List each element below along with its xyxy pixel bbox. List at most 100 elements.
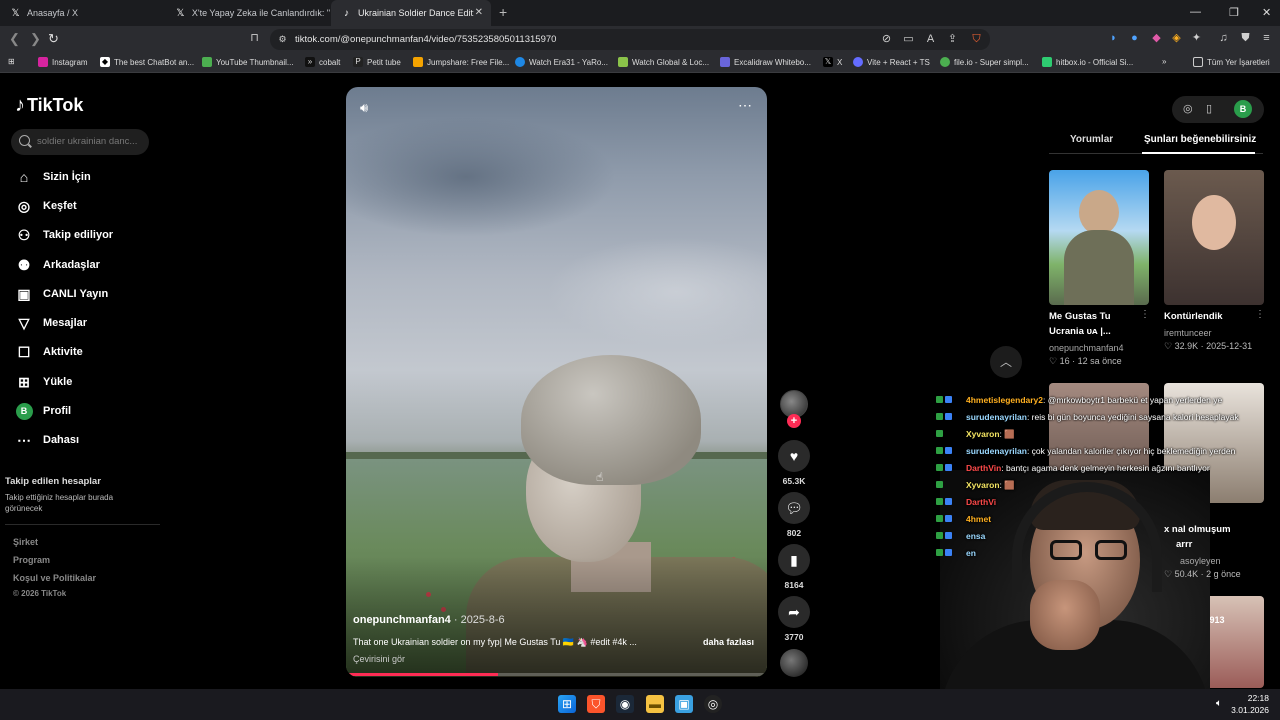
share-icon[interactable]: ⇪ — [946, 33, 959, 46]
video-card-thumbnail[interactable] — [1164, 170, 1264, 305]
footer-terms-link[interactable]: Koşul ve Politikalar — [13, 573, 96, 583]
browser-tab[interactable]: 𝕏 X'te Yapay Zeka ile Canlandırdık: "Ce — [165, 0, 330, 26]
video-card-title[interactable]: arrr — [1176, 538, 1192, 552]
music-disc-icon[interactable] — [780, 649, 808, 677]
file-explorer-icon[interactable]: ▬ — [646, 695, 664, 713]
bookmark-item[interactable]: Excalidraw Whitebo... — [720, 57, 811, 67]
new-tab-button[interactable]: + — [499, 4, 507, 20]
nav-messages[interactable]: ▽ Mesajlar — [15, 313, 87, 333]
steam-icon[interactable]: ◉ — [616, 695, 634, 713]
video-author[interactable]: onepunchmanfan4 · 2025-8-6 — [353, 614, 505, 626]
minimize-button[interactable]: — — [1190, 6, 1201, 18]
video-card-user[interactable]: asoyleyen — [1180, 556, 1221, 566]
footer-program-link[interactable]: Program — [13, 555, 50, 565]
brave-browser-icon[interactable]: ⛉ — [587, 695, 605, 713]
vpn-icon[interactable]: ⛊ — [1239, 32, 1252, 45]
bookmark-item[interactable]: Watch Era31 - YaRo... — [515, 57, 608, 67]
reader-mode-icon[interactable]: ⊘ — [880, 33, 893, 46]
comment-button[interactable]: 💬︎ — [778, 492, 810, 524]
cast-icon[interactable]: ▭ — [902, 33, 915, 46]
see-more-link[interactable]: daha fazlası — [703, 637, 754, 647]
video-progress-bar[interactable] — [346, 673, 767, 676]
menu-icon[interactable]: ≡ — [1260, 32, 1273, 45]
tab-comments[interactable]: Yorumlar — [1070, 134, 1113, 145]
tab-you-may-like[interactable]: Şunları beğenebilirsiniz — [1144, 134, 1256, 145]
app-icon[interactable]: ▣ — [675, 695, 693, 713]
browser-tab[interactable]: 𝕏 Anasayfa / X — [0, 0, 165, 26]
more-options-icon[interactable]: ⋯ — [738, 97, 753, 114]
bookmark-item[interactable]: Instagram — [38, 57, 88, 67]
bookmark-item[interactable]: » cobalt — [305, 57, 340, 67]
video-player[interactable]: 🔊︎ ⋯ ☝︎ onepunchmanfan4 · 2025-8-6 That … — [346, 87, 767, 677]
audio-icon[interactable]: ◗ — [1107, 32, 1120, 45]
bookmark-item[interactable]: ◆ The best ChatBot an... — [100, 57, 194, 67]
bookmark-item[interactable]: hitbox.io - Official Si... — [1042, 57, 1133, 67]
nav-following[interactable]: ⚇ Takip ediliyor — [15, 225, 113, 245]
maximize-button[interactable]: ❐ — [1229, 6, 1239, 19]
video-card-title[interactable]: Me Gustas Tu — [1049, 310, 1111, 324]
share-button[interactable]: ➦ — [778, 596, 810, 628]
extension-shield-icon[interactable]: ◈ — [1170, 32, 1183, 45]
reload-button[interactable]: ↻ — [48, 31, 59, 47]
close-window-button[interactable]: ✕ — [1262, 6, 1271, 19]
all-bookmarks[interactable]: Tüm Yer İşaretleri — [1193, 57, 1270, 67]
video-card-thumbnail[interactable] — [1049, 170, 1149, 305]
browser-tab-active[interactable]: ♪ Ukrainian Soldier Dance Edit: Me ✕ — [331, 0, 491, 26]
tiktok-logo[interactable]: ♪ TikTok — [15, 94, 83, 117]
send-icon: ▽ — [18, 314, 30, 331]
clock-time[interactable]: 22:18 — [1239, 693, 1269, 703]
bookmark-item[interactable]: file.io - Super simpl... — [940, 57, 1029, 67]
nav-activity[interactable]: ☐ Aktivite — [15, 342, 83, 362]
forward-button[interactable]: ❯ — [30, 31, 41, 47]
back-button[interactable]: ❮ — [9, 31, 20, 47]
search-input[interactable]: soldier ukrainian danc... — [11, 129, 149, 155]
more-options-icon[interactable]: ⋮ — [1255, 309, 1265, 320]
apps-grid-icon[interactable]: ⊞ — [8, 57, 15, 66]
more-options-icon[interactable]: ⋮ — [1140, 309, 1150, 320]
nav-upload[interactable]: ⊞ Yükle — [15, 372, 72, 392]
bookmark-item[interactable]: YouTube Thumbnail... — [202, 57, 294, 67]
extension-blue-icon[interactable]: ● — [1128, 32, 1141, 45]
site-settings-icon[interactable]: ⚙ — [276, 33, 289, 46]
avatar[interactable]: B — [1234, 100, 1252, 118]
footer-company-link[interactable]: Şirket — [13, 537, 38, 547]
bookmark-item[interactable]: Watch Global & Loc... — [618, 57, 709, 67]
see-translation-link[interactable]: Çevirisini gör — [353, 654, 405, 664]
bookmark-item[interactable]: P Petit tube — [353, 57, 401, 67]
url-field[interactable]: ⚙ tiktok.com/@onepunchmanfan4/video/7535… — [270, 29, 990, 50]
nav-explore[interactable]: ◎ Keşfet — [15, 196, 77, 216]
nav-for-you[interactable]: ⌂ Sizin İçin — [15, 167, 91, 187]
nav-friends[interactable]: ⚉ Arkadaşlar — [15, 255, 100, 275]
start-windows-icon[interactable]: ⊞ — [558, 695, 576, 713]
video-card-title[interactable]: Kontürlendik — [1164, 310, 1223, 324]
brave-shield-icon[interactable]: ⛉ — [970, 33, 983, 46]
bookmark-item[interactable]: Vite + React + TS — [853, 57, 930, 67]
follow-button[interactable]: + — [787, 414, 801, 428]
bookmarks-overflow-icon[interactable]: » — [1162, 57, 1166, 66]
music-note-icon[interactable]: ♫ — [1217, 32, 1230, 45]
volume-icon[interactable]: 🔊︎ — [360, 100, 368, 116]
phone-icon[interactable]: ▯ — [1206, 102, 1212, 115]
compass-icon[interactable]: ◎ — [1183, 102, 1193, 115]
extensions-icon[interactable]: ✦ — [1190, 32, 1203, 45]
bookmark-icon[interactable]: ⊓ — [248, 32, 261, 45]
scroll-up-button[interactable]: ︿ — [990, 346, 1022, 378]
video-card-user[interactable]: iremtunceer — [1164, 328, 1212, 338]
video-card-title[interactable]: Ucrania ᴜᴀ |... — [1049, 325, 1111, 339]
heart-icon: ♥ — [789, 448, 799, 464]
obs-icon[interactable]: ◎ — [704, 695, 722, 713]
nav-profile[interactable]: B Profil — [15, 401, 71, 421]
close-icon[interactable]: ✕ — [475, 7, 483, 18]
bookmark-item[interactable]: Jumpshare: Free File... — [413, 57, 509, 67]
nav-live[interactable]: ▣ CANLI Yayın — [15, 284, 108, 304]
clock-date[interactable]: 3.01.2026 — [1225, 705, 1269, 715]
nav-more[interactable]: ⋯ Dahası — [15, 430, 79, 450]
bookmark-item[interactable]: 𝕏X — [823, 57, 842, 67]
save-button[interactable]: ▮ — [778, 544, 810, 576]
extension-pink-icon[interactable]: ◆ — [1150, 32, 1163, 45]
translate-icon[interactable]: A — [924, 33, 937, 46]
tab-label: X'te Yapay Zeka ile Canlandırdık: "Ce — [191, 8, 330, 18]
video-card-user[interactable]: onepunchmanfan4 — [1049, 343, 1124, 353]
like-button[interactable]: ♥ — [778, 440, 810, 472]
video-card-title[interactable]: x nal olmuşum — [1164, 523, 1231, 537]
